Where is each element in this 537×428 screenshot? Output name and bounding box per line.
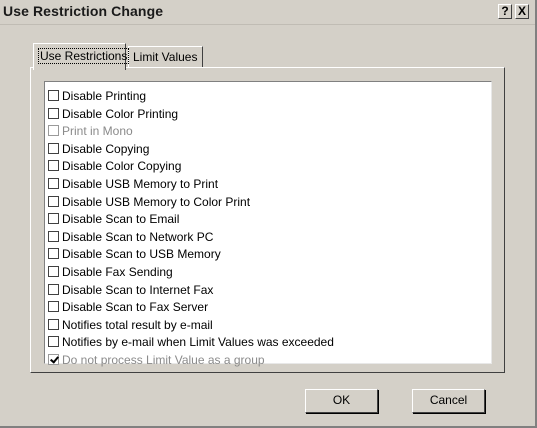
- restriction-item[interactable]: Notifies total result by e-mail: [48, 317, 468, 333]
- restriction-checkbox[interactable]: [48, 248, 59, 260]
- restriction-checkbox[interactable]: [48, 283, 59, 295]
- restriction-label: Print in Mono: [62, 124, 133, 139]
- restriction-checkbox[interactable]: [48, 230, 59, 242]
- dialog-window: Use Restriction Change ? X Use Restricti…: [0, 0, 537, 428]
- restriction-item[interactable]: Disable Color Copying: [48, 158, 468, 174]
- restriction-label: Notifies total result by e-mail: [62, 317, 213, 332]
- restriction-label: Disable Printing: [62, 89, 147, 103]
- restriction-item[interactable]: Disable Printing: [48, 88, 468, 104]
- restriction-checkbox[interactable]: [48, 213, 59, 225]
- restriction-checkbox: [48, 354, 59, 365]
- tab-limit-values[interactable]: Limit Values: [128, 46, 203, 68]
- restriction-item[interactable]: Disable Scan to Email: [48, 211, 468, 227]
- restriction-item[interactable]: Disable Scan to Fax Server: [48, 299, 468, 315]
- restriction-item[interactable]: Disable Scan to USB Memory: [48, 246, 468, 262]
- title-bar: Use Restriction Change ? X: [0, 0, 535, 25]
- restriction-label: Disable USB Memory to Print: [62, 177, 219, 191]
- window-title: Use Restriction Change: [3, 3, 164, 19]
- restriction-checkbox[interactable]: [48, 336, 59, 348]
- restriction-label: Disable Scan to USB Memory: [62, 247, 221, 262]
- restriction-item[interactable]: Disable USB Memory to Print: [48, 176, 468, 192]
- restriction-item: Print in Mono: [48, 123, 468, 139]
- restrictions-list[interactable]: Disable Printing Disable Color Printing Pr…: [44, 81, 492, 367]
- restriction-label: Disable Copying: [62, 141, 150, 156]
- cancel-button[interactable]: Cancel: [412, 389, 485, 413]
- restriction-label: Disable Color Printing: [62, 106, 179, 121]
- tab-use-restrictions[interactable]: Use Restrictions: [33, 43, 130, 70]
- restriction-checkbox[interactable]: [48, 301, 59, 313]
- restriction-label: Disable Scan to Email: [62, 212, 180, 227]
- restriction-item[interactable]: Disable Scan to Network PC: [48, 229, 468, 245]
- restriction-label: Notifies by e-mail when Limit Values was…: [62, 335, 334, 350]
- restriction-checkbox[interactable]: [48, 266, 59, 277]
- restriction-label: Disable Scan to Network PC: [62, 229, 214, 244]
- restriction-item[interactable]: Notifies by e-mail when Limit Values was…: [48, 334, 468, 350]
- tab-panel: Disable Printing Disable Color Printing Pr…: [30, 67, 505, 373]
- restriction-checkbox[interactable]: [48, 318, 59, 330]
- close-button[interactable]: X: [515, 4, 529, 19]
- restriction-item[interactable]: Disable Copying: [48, 141, 468, 157]
- restriction-label: Disable Color Copying: [62, 159, 182, 174]
- restriction-label: Disable Scan to Internet Fax: [62, 282, 214, 297]
- restriction-checkbox[interactable]: [48, 142, 59, 154]
- tab-use-restrictions-label: Use Restrictions: [38, 48, 130, 64]
- restriction-item[interactable]: Disable Color Printing: [48, 106, 468, 122]
- restriction-checkbox[interactable]: [48, 178, 59, 189]
- restriction-checkbox[interactable]: [48, 90, 59, 101]
- restriction-item: Do not process Limit Value as a group: [48, 352, 468, 368]
- ok-button[interactable]: OK: [305, 389, 378, 413]
- restriction-label: Disable USB Memory to Color Print: [62, 194, 251, 209]
- restriction-label: Disable Scan to Fax Server: [62, 300, 209, 315]
- restriction-checkbox[interactable]: [48, 107, 59, 119]
- restriction-item[interactable]: Disable Scan to Internet Fax: [48, 282, 468, 298]
- restriction-checkbox: [48, 125, 59, 137]
- help-button[interactable]: ?: [498, 4, 512, 19]
- restriction-item[interactable]: Disable USB Memory to Color Print: [48, 194, 468, 210]
- restriction-label: Do not process Limit Value as a group: [62, 353, 265, 367]
- restriction-checkbox[interactable]: [48, 160, 59, 172]
- restriction-label: Disable Fax Sending: [62, 265, 173, 279]
- restriction-item[interactable]: Disable Fax Sending: [48, 264, 468, 280]
- restriction-checkbox[interactable]: [48, 195, 59, 207]
